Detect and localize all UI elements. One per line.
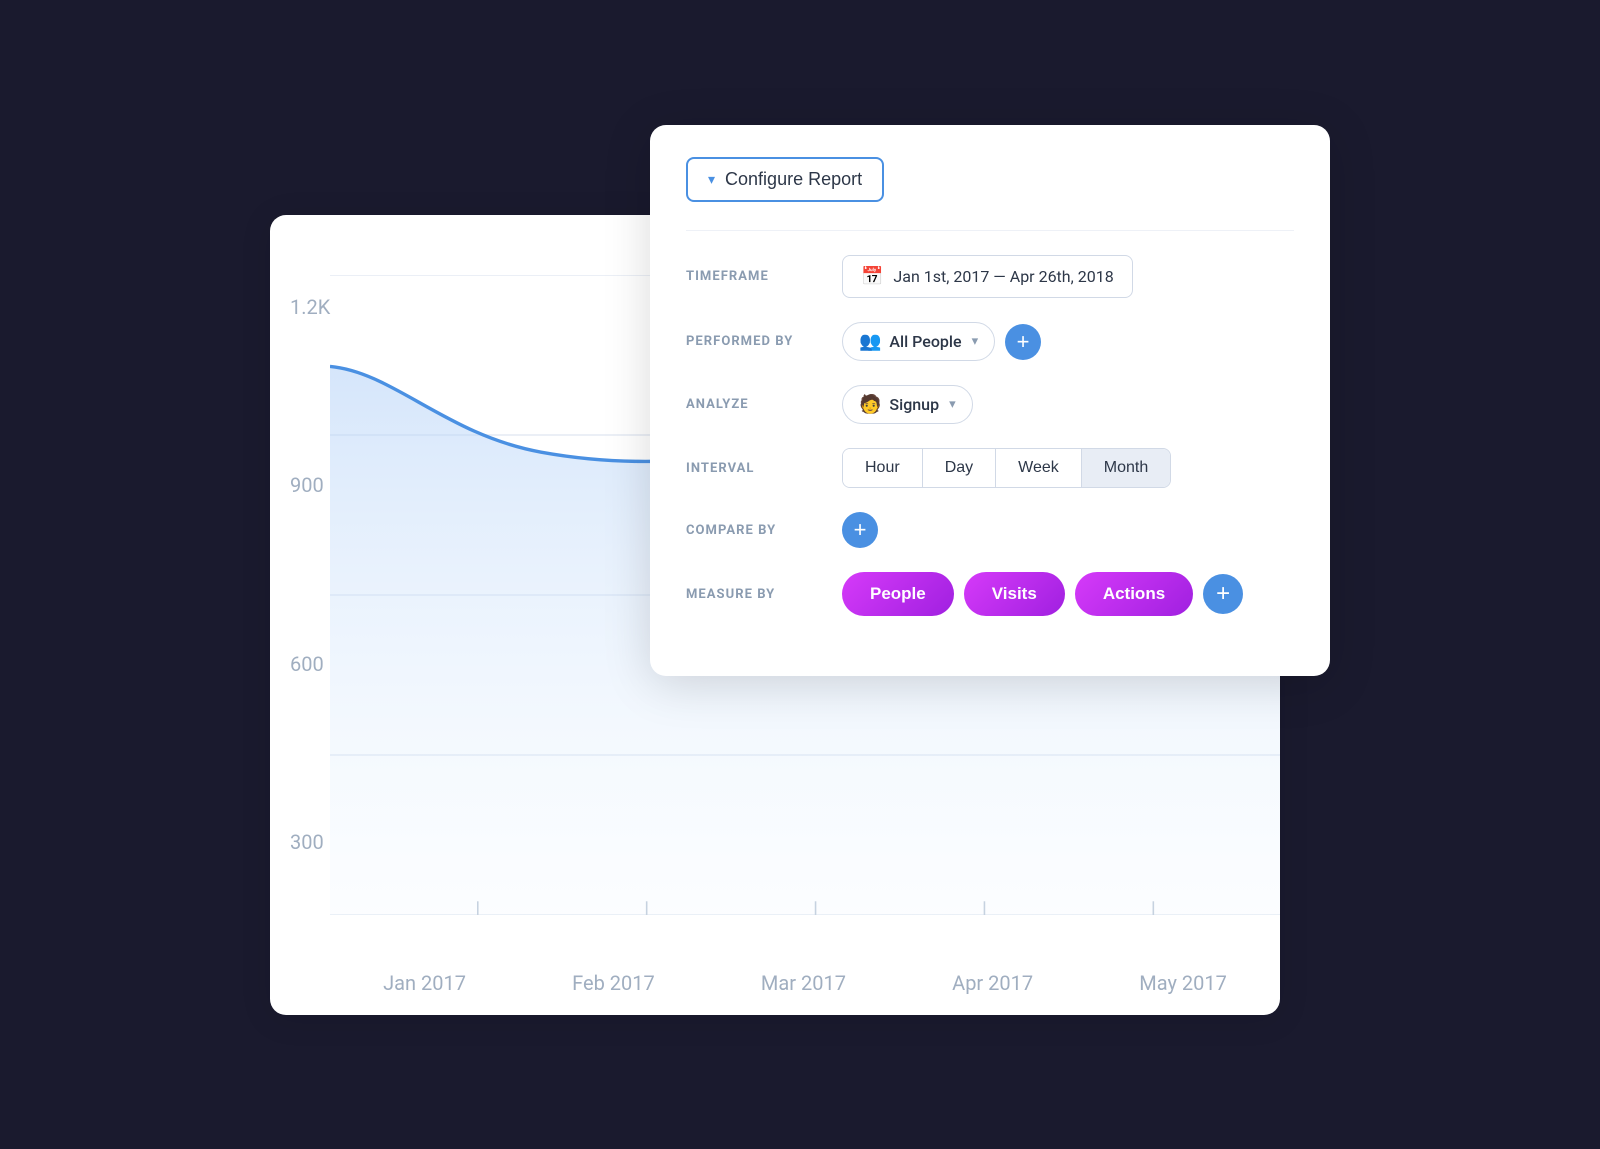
measure-visits-button[interactable]: Visits	[964, 572, 1065, 616]
performed-by-arrow-icon: ▾	[972, 334, 979, 349]
chevron-down-icon: ▾	[708, 171, 715, 188]
scene: 1.2K 900 600 300	[270, 125, 1330, 1025]
measure-by-add-button[interactable]: +	[1203, 574, 1243, 614]
y-label-4: 300	[290, 830, 330, 854]
interval-week-button[interactable]: Week	[996, 449, 1082, 487]
compare-by-row: COMPARE BY +	[686, 512, 1294, 548]
performed-by-controls: 👥 All People ▾ +	[842, 322, 1041, 361]
y-label-1: 1.2K	[290, 295, 330, 319]
interval-controls: Hour Day Week Month	[842, 448, 1171, 488]
performed-by-value: All People	[889, 332, 961, 351]
performed-by-row: PERFORMED BY 👥 All People ▾ +	[686, 322, 1294, 361]
configure-report-label: Configure Report	[725, 169, 862, 190]
x-label-2: Mar 2017	[761, 971, 846, 995]
timeframe-value: Jan 1st, 2017 — Apr 26th, 2018	[893, 267, 1113, 286]
x-label-0: Jan 2017	[383, 971, 466, 995]
people-group-icon: 👥	[859, 331, 881, 352]
y-axis-labels: 1.2K 900 600 300	[290, 295, 330, 855]
compare-by-add-button[interactable]: +	[842, 512, 878, 548]
y-label-3: 600	[290, 652, 330, 676]
config-panel: ▾ Configure Report TIMEFRAME 📅 Jan 1st, …	[650, 125, 1330, 677]
analyze-value: Signup	[889, 395, 939, 414]
x-label-1: Feb 2017	[572, 971, 655, 995]
measure-by-controls: People Visits Actions +	[842, 572, 1243, 616]
x-label-3: Apr 2017	[952, 971, 1033, 995]
compare-by-controls: +	[842, 512, 878, 548]
analyze-controls: 🧑 Signup ▾	[842, 385, 973, 424]
timeframe-row: TIMEFRAME 📅 Jan 1st, 2017 — Apr 26th, 20…	[686, 255, 1294, 298]
timeframe-input[interactable]: 📅 Jan 1st, 2017 — Apr 26th, 2018	[842, 255, 1133, 298]
interval-month-button[interactable]: Month	[1082, 449, 1170, 487]
performed-by-dropdown[interactable]: 👥 All People ▾	[842, 322, 995, 361]
interval-row: INTERVAL Hour Day Week Month	[686, 448, 1294, 488]
interval-day-button[interactable]: Day	[923, 449, 996, 487]
timeframe-label: TIMEFRAME	[686, 269, 826, 284]
interval-label: INTERVAL	[686, 461, 826, 476]
performed-by-add-button[interactable]: +	[1005, 324, 1041, 360]
compare-by-label: COMPARE BY	[686, 523, 826, 538]
divider	[686, 230, 1294, 232]
measure-people-button[interactable]: People	[842, 572, 954, 616]
analyze-event-icon: 🧑	[859, 394, 881, 415]
configure-report-button[interactable]: ▾ Configure Report	[686, 157, 884, 202]
y-label-2: 900	[290, 473, 330, 497]
config-header: ▾ Configure Report	[686, 157, 1294, 202]
measure-by-label: MEASURE BY	[686, 587, 826, 602]
analyze-arrow-icon: ▾	[949, 397, 956, 412]
x-axis-labels: Jan 2017 Feb 2017 Mar 2017 Apr 2017 May …	[330, 971, 1280, 995]
measure-actions-button[interactable]: Actions	[1075, 572, 1193, 616]
x-label-4: May 2017	[1139, 971, 1227, 995]
timeframe-controls: 📅 Jan 1st, 2017 — Apr 26th, 2018	[842, 255, 1133, 298]
calendar-icon: 📅	[861, 266, 883, 287]
performed-by-label: PERFORMED BY	[686, 334, 826, 349]
analyze-dropdown[interactable]: 🧑 Signup ▾	[842, 385, 973, 424]
analyze-label: ANALYZE	[686, 397, 826, 412]
interval-button-group: Hour Day Week Month	[842, 448, 1171, 488]
interval-hour-button[interactable]: Hour	[843, 449, 923, 487]
analyze-row: ANALYZE 🧑 Signup ▾	[686, 385, 1294, 424]
measure-by-row: MEASURE BY People Visits Actions +	[686, 572, 1294, 616]
